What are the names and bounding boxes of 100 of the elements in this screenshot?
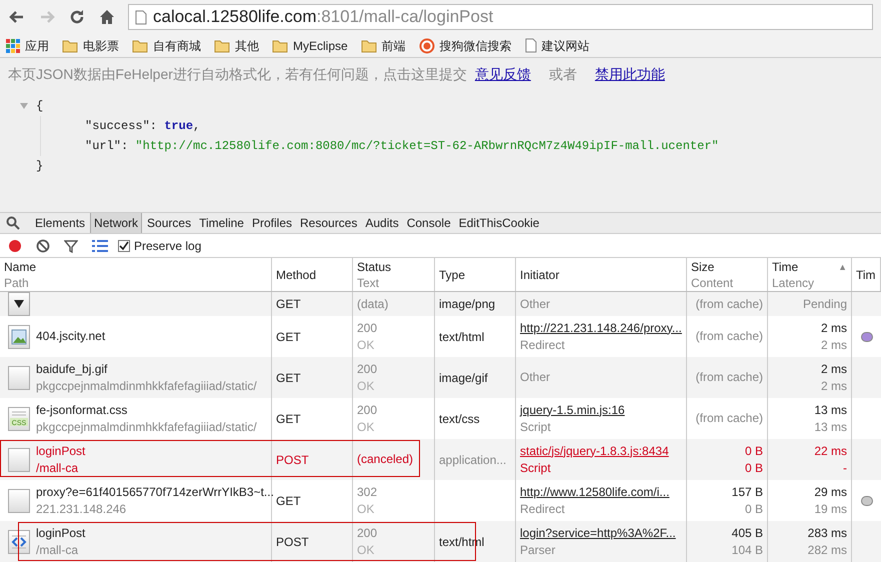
search-icon[interactable]: [6, 216, 20, 230]
json-brace: }: [36, 159, 44, 173]
devtools-tab[interactable]: EditThisCookie: [456, 213, 542, 233]
bookmark-item[interactable]: 前端: [360, 36, 406, 54]
time-cell: 22 ms: [814, 442, 847, 460]
page-icon: [524, 38, 537, 53]
column-header[interactable]: Method: [276, 266, 316, 282]
method-cell-text: GET: [276, 410, 301, 428]
devtools-tab[interactable]: Network: [90, 213, 142, 233]
column-subheader[interactable]: Text: [357, 274, 430, 290]
initiator-link[interactable]: static/js/jquery-1.8.3.js:8434: [520, 442, 682, 460]
devtools-tab[interactable]: Audits: [362, 213, 402, 233]
checkmark-icon: [119, 240, 129, 250]
content-size: 0 B: [744, 460, 763, 476]
html-file-icon: [8, 530, 30, 554]
initiator-link[interactable]: http://221.231.148.246/proxy...: [520, 320, 682, 336]
preserve-log-checkbox[interactable]: Preserve log: [118, 236, 202, 254]
bookmark-item[interactable]: 搜狗微信搜索: [418, 36, 512, 54]
disable-link[interactable]: 禁用此功能: [594, 64, 665, 84]
column-header[interactable]: Type: [439, 266, 466, 282]
initiator-cell-text: Other: [520, 296, 552, 312]
method-cell-text: POST: [276, 534, 309, 550]
status-text: OK: [357, 500, 376, 518]
reload-icon[interactable]: [68, 8, 86, 26]
bookmark-item[interactable]: 其他: [214, 36, 259, 54]
time-cell: Pending: [802, 296, 847, 312]
bookmark-item[interactable]: 建议网站: [524, 36, 590, 54]
blank-file-icon: [8, 488, 30, 512]
bookmark-item[interactable]: 电影票: [62, 36, 119, 54]
size-cell: (from cache): [696, 410, 763, 427]
bookmark-item[interactable]: 应用: [6, 36, 49, 54]
filter-icon[interactable]: [64, 238, 78, 252]
folder-icon: [360, 38, 377, 52]
request-path: 221.231.148.246: [36, 500, 128, 518]
time-cell: 13 ms: [814, 402, 847, 418]
devtools-tab[interactable]: Resources: [297, 213, 360, 233]
initiator-type: Script: [520, 460, 552, 476]
column-subheader[interactable]: Path: [4, 274, 267, 290]
status-text: OK: [357, 336, 376, 354]
column-header[interactable]: Status: [357, 258, 392, 274]
arrow-file-icon: [8, 292, 30, 316]
status-cell-text: (canceled): [357, 451, 414, 468]
folder-icon: [272, 38, 288, 52]
or-text: 或者: [548, 64, 577, 84]
feedback-link[interactable]: 意见反馈: [474, 64, 531, 84]
method-cell-text: GET: [276, 492, 301, 510]
request-name[interactable]: 404.jscity.net: [36, 328, 106, 345]
size-cell: 157 B: [732, 484, 763, 500]
bookmark-item[interactable]: 自有商城: [132, 36, 201, 54]
home-icon[interactable]: [98, 8, 116, 26]
initiator-type: Parser: [520, 542, 556, 558]
initiator-link[interactable]: http://www.12580life.com/i...: [520, 484, 682, 500]
latency-cell: 13 ms: [814, 418, 847, 436]
bookmark-item[interactable]: MyEclipse: [272, 36, 348, 54]
status-cell-text: 200: [357, 402, 378, 418]
blank-file-icon: [8, 366, 30, 390]
column-subheader[interactable]: Latency: [772, 274, 847, 290]
column-header[interactable]: Name: [4, 258, 36, 274]
request-name[interactable]: baidufe_bj.gif: [36, 360, 257, 378]
size-cell: 0 B: [744, 442, 763, 460]
url-path: :8101/mall-ca/loginPost: [316, 6, 494, 28]
request-path: pkgccpejnmalmdinmhkkfafefagiiiad/static/: [36, 378, 257, 394]
request-row[interactable]: baidufe_bj.gif pkgccpejnmalmdinmhkkfafefagiiiad/static/ GET 200 OK image/gif Other (from cache) 2 ms 2 ms: [0, 357, 881, 398]
devtools-tab[interactable]: Timeline: [196, 213, 247, 233]
status-cell-text: 200: [357, 320, 378, 336]
devtools-tab[interactable]: Console: [404, 213, 454, 233]
method-cell-text: POST: [276, 452, 309, 468]
request-path: pkgccpejnmalmdinmhkkfafefagiiiad/static/: [36, 418, 257, 436]
json-brace: {: [36, 98, 44, 115]
type-cell-text: image/png: [439, 296, 496, 313]
initiator-link[interactable]: jquery-1.5.min.js:16: [520, 402, 682, 418]
devtools-tab[interactable]: Elements: [32, 213, 88, 233]
request-name[interactable]: loginPost: [36, 524, 86, 542]
clear-icon[interactable]: [36, 238, 50, 252]
column-header[interactable]: Time: [772, 258, 798, 274]
latency-cell: 2 ms: [820, 336, 847, 354]
column-header[interactable]: Initiator: [520, 266, 560, 282]
column-header[interactable]: Tim: [856, 266, 876, 282]
column-header[interactable]: Size: [691, 258, 714, 274]
initiator-cell-text: Other: [520, 369, 552, 386]
list-view-icon[interactable]: [92, 238, 108, 252]
page-icon: [135, 10, 147, 24]
request-row[interactable]: loginPost /mall-ca POST (canceled) application... static/js/jquery-1.8.3.js:8434 Script 0 B 0 B 22 ms -: [0, 439, 881, 480]
devtools-tab[interactable]: Profiles: [248, 213, 295, 233]
folder-icon: [214, 38, 230, 52]
initiator-link[interactable]: login?service=http%3A%2F...: [520, 524, 682, 542]
time-cell: 2 ms: [820, 320, 847, 336]
type-cell-text: application...: [439, 452, 506, 468]
record-button[interactable]: [8, 238, 22, 252]
address-bar[interactable]: calocal.12580life.com:8101/mall-ca/loginPost: [128, 4, 873, 30]
column-subheader[interactable]: Content: [691, 274, 763, 290]
status-cell-text: 302: [357, 484, 378, 500]
request-name[interactable]: loginPost: [36, 442, 86, 460]
request-name[interactable]: proxy?e=61f401565770f714zerWrrYIkB3~t...: [36, 484, 274, 500]
request-name[interactable]: fe-jsonformat.css: [36, 402, 257, 418]
content-size: 0 B: [744, 500, 763, 518]
request-row[interactable]: GET (data) image/png Other (from cache) Pending: [0, 292, 881, 316]
devtools-tab[interactable]: Sources: [144, 213, 194, 233]
size-cell: (from cache): [696, 296, 763, 312]
type-cell-text: text/css: [439, 410, 480, 428]
